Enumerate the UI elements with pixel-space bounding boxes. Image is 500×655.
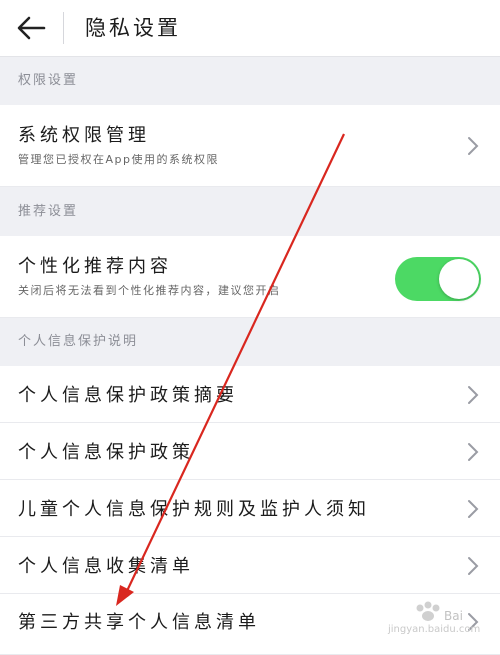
back-button[interactable] — [14, 12, 48, 44]
row-title: 个性化推荐内容 — [18, 256, 172, 277]
row-policy-summary[interactable]: 个人信息保护政策摘要 — [0, 366, 500, 423]
app-header: 隐私设置 — [0, 0, 500, 57]
arrow-left-icon — [17, 16, 46, 40]
row-subtitle: 管理您已授权在App使用的系统权限 — [18, 153, 219, 166]
section-header-recommendations: 推荐设置 — [0, 187, 500, 236]
chevron-right-icon — [468, 557, 479, 575]
baidu-watermark: Bai jingyan.baidu.com — [380, 600, 490, 640]
personalized-toggle[interactable] — [395, 257, 481, 301]
chevron-right-icon — [468, 386, 479, 404]
watermark-text: jingyan.baidu.com — [388, 624, 481, 635]
row-system-permissions[interactable]: 系统权限管理 管理您已授权在App使用的系统权限 — [0, 105, 500, 187]
toggle-knob — [439, 259, 479, 299]
row-subtitle: 关闭后将无法看到个性化推荐内容，建议您开启 — [18, 284, 281, 297]
row-children-rules[interactable]: 儿童个人信息保护规则及监护人须知 — [0, 480, 500, 537]
section-header-permissions: 权限设置 — [0, 57, 500, 105]
row-title: 第三方共享个人信息清单 — [18, 612, 260, 633]
row-title: 个人信息保护政策摘要 — [18, 385, 238, 406]
row-collection-list[interactable]: 个人信息收集清单 — [0, 537, 500, 594]
svg-text:Bai: Bai — [444, 609, 463, 623]
chevron-right-icon — [468, 500, 479, 518]
page-title: 隐私设置 — [85, 16, 181, 40]
header-divider — [63, 12, 64, 44]
row-title: 系统权限管理 — [18, 125, 150, 146]
row-title: 个人信息保护政策 — [18, 442, 194, 463]
chevron-right-icon — [468, 137, 479, 155]
row-title: 个人信息收集清单 — [18, 556, 194, 577]
row-title: 儿童个人信息保护规则及监护人须知 — [18, 499, 370, 520]
row-policy[interactable]: 个人信息保护政策 — [0, 423, 500, 480]
chevron-right-icon — [468, 443, 479, 461]
section-header-privacy-info: 个人信息保护说明 — [0, 318, 500, 366]
